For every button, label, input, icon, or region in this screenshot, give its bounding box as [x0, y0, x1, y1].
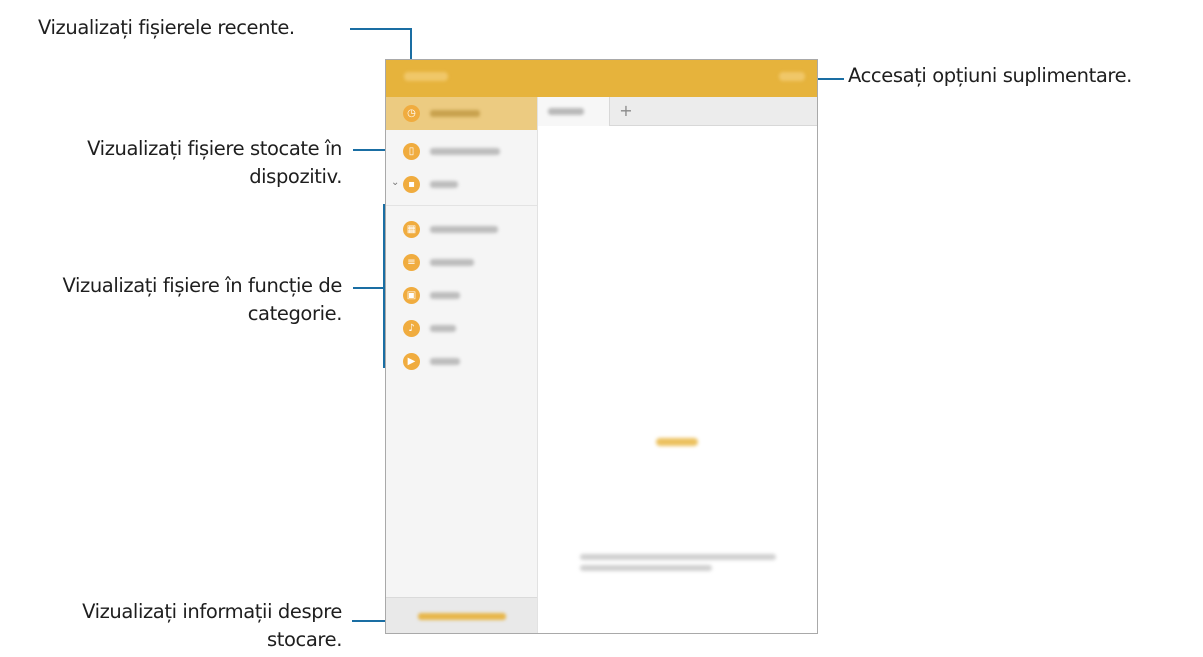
sidebar-item-device-storage[interactable]: ▯ — [386, 135, 537, 168]
sidebar-item-label — [430, 358, 460, 365]
sidebar-divider — [386, 205, 537, 206]
audio-icon: ♪ — [403, 320, 420, 337]
callout-category-line2: categorie. — [247, 302, 343, 325]
sidebar-item-download-history[interactable]: ▦ — [386, 213, 537, 246]
device-icon: ▯ — [403, 143, 420, 160]
callout-category-line1: Vizualizați fișiere în funcție de — [62, 274, 342, 297]
chevron-down-icon[interactable]: ⌄ — [391, 177, 399, 188]
action-bar — [386, 60, 817, 97]
add-tab-button[interactable]: + — [618, 101, 634, 121]
callout-device-storage: Vizualizați fișiere stocate în dispoziti… — [20, 135, 342, 191]
callout-device-storage-line1: Vizualizați fișiere stocate în — [87, 137, 342, 160]
sidebar-item-label — [430, 325, 456, 332]
video-icon: ▶ — [403, 353, 420, 370]
callout-storage-info: Vizualizați informații despre stocare. — [10, 598, 342, 654]
sidebar-item-label — [430, 148, 500, 155]
sidebar-item-label — [430, 226, 498, 233]
callout-storage-info-line1: Vizualizați informații despre — [82, 600, 342, 623]
more-options-button[interactable] — [779, 72, 805, 81]
empty-hint-line2 — [580, 565, 712, 571]
sidebar-item-videos[interactable]: ▶ — [386, 345, 537, 378]
callout-storage-info-line2: stocare. — [267, 628, 342, 651]
callout-category: Vizualizați fișiere în funcție de catego… — [2, 272, 342, 328]
document-icon: ≡ — [403, 254, 420, 271]
tab-recent-files[interactable] — [538, 97, 610, 126]
content-panel: + — [538, 97, 817, 633]
storage-usage-label — [418, 613, 506, 620]
callout-more-options: Accesați opțiuni suplimentare. — [848, 64, 1132, 87]
sidebar-item-label — [430, 292, 460, 299]
sidebar-item-audio[interactable]: ♪ — [386, 312, 537, 345]
sidebar-item-label — [430, 181, 458, 188]
sd-card-icon: ▪ — [403, 176, 420, 193]
storage-usage-button[interactable] — [386, 597, 537, 633]
sidebar-item-label — [430, 110, 480, 117]
sidebar-item-sd-card[interactable]: ⌄ ▪ — [386, 168, 537, 201]
sidebar-item-documents[interactable]: ≡ — [386, 246, 537, 279]
tab-label — [548, 108, 584, 115]
empty-hint-line1 — [580, 554, 776, 560]
app-title — [404, 72, 448, 81]
leader-category — [353, 287, 384, 289]
leader-recent-h — [350, 28, 411, 30]
image-icon: ▣ — [403, 287, 420, 304]
clock-icon: ◷ — [403, 105, 420, 122]
sidebar-item-recent-files[interactable]: ◷ — [386, 97, 537, 130]
tab-bar: + — [538, 97, 817, 126]
sidebar-item-images[interactable]: ▣ — [386, 279, 537, 312]
sidebar: ◷ ▯ ⌄ ▪ ▦ ≡ ▣ ♪ ▶ — [386, 97, 538, 633]
my-files-screen: ◷ ▯ ⌄ ▪ ▦ ≡ ▣ ♪ ▶ + — [385, 59, 818, 634]
sidebar-item-label — [430, 259, 474, 266]
callout-recent-files: Vizualizați fișierele recente. — [38, 16, 295, 39]
no-files-text — [656, 438, 698, 446]
callout-device-storage-line2: dispozitiv. — [249, 165, 342, 188]
download-history-icon: ▦ — [403, 221, 420, 238]
